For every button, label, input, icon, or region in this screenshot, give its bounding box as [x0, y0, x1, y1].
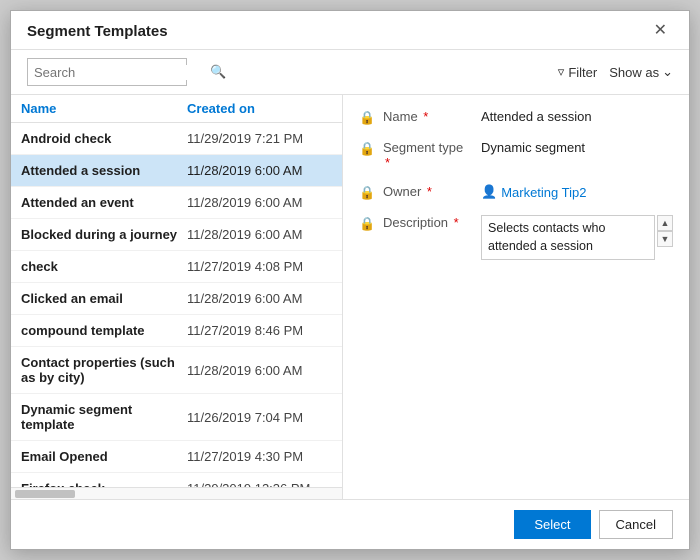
row-date: 11/28/2019 6:00 AM	[187, 227, 332, 242]
lock-icon-owner: 🔒	[359, 185, 375, 201]
list-row[interactable]: compound template11/27/2019 8:46 PM	[11, 315, 342, 347]
filter-icon: ▿	[558, 64, 565, 80]
detail-field-name: 🔒 Name * Attended a session	[359, 109, 673, 126]
detail-field-segment-type: 🔒 Segment type * Dynamic segment	[359, 140, 673, 170]
required-star-desc: *	[454, 215, 459, 230]
row-name: Attended an event	[21, 195, 187, 210]
list-row[interactable]: Email Opened11/27/2019 4:30 PM	[11, 441, 342, 473]
list-row[interactable]: Blocked during a journey11/28/2019 6:00 …	[11, 219, 342, 251]
row-name: compound template	[21, 323, 187, 338]
field-label-desc: Description *	[383, 215, 473, 230]
chevron-down-icon: ⌄	[662, 64, 673, 80]
list-row[interactable]: check11/27/2019 4:08 PM	[11, 251, 342, 283]
scroll-down-button[interactable]: ▼	[657, 231, 673, 247]
list-row[interactable]: Clicked an email11/28/2019 6:00 AM	[11, 283, 342, 315]
select-button[interactable]: Select	[514, 510, 590, 539]
filter-label: Filter	[568, 65, 597, 80]
h-scroll-bar	[15, 490, 75, 498]
list-row[interactable]: Attended an event11/28/2019 6:00 AM	[11, 187, 342, 219]
description-box: Selects contacts who attended a session …	[481, 215, 673, 260]
filter-area: ▿ Filter Show as ⌄	[558, 64, 673, 80]
search-icon: 🔍	[210, 64, 226, 80]
filter-button[interactable]: ▿ Filter	[558, 64, 597, 80]
lock-icon-desc: 🔒	[359, 216, 375, 232]
show-as-label: Show as	[609, 65, 659, 80]
list-body[interactable]: Android check11/29/2019 7:21 PMAttended …	[11, 123, 342, 487]
col-date-header[interactable]: Created on	[187, 101, 332, 116]
row-name: Attended a session	[21, 163, 187, 178]
search-box: 🔍	[27, 58, 187, 86]
list-panel: Name Created on Android check11/29/2019 …	[11, 95, 343, 499]
scroll-up-button[interactable]: ▲	[657, 215, 673, 231]
list-row[interactable]: Dynamic segment template11/26/2019 7:04 …	[11, 394, 342, 441]
dialog-body: Name Created on Android check11/29/2019 …	[11, 95, 689, 499]
list-row[interactable]: Firefox check11/29/2019 12:36 PM	[11, 473, 342, 487]
field-value-name: Attended a session	[481, 109, 673, 124]
row-date: 11/28/2019 6:00 AM	[187, 195, 332, 210]
segment-templates-dialog: Segment Templates ✕ 🔍 ▿ Filter Show as ⌄…	[10, 10, 690, 550]
row-date: 11/28/2019 6:00 AM	[187, 363, 332, 378]
lock-icon-name: 🔒	[359, 110, 375, 126]
horizontal-scroll	[11, 487, 342, 499]
row-name: Dynamic segment template	[21, 402, 187, 432]
row-date: 11/27/2019 4:08 PM	[187, 259, 332, 274]
row-date: 11/28/2019 6:00 AM	[187, 291, 332, 306]
toolbar: 🔍 ▿ Filter Show as ⌄	[11, 50, 689, 95]
field-label-name: Name *	[383, 109, 473, 124]
row-name: Clicked an email	[21, 291, 187, 306]
row-date: 11/26/2019 7:04 PM	[187, 410, 332, 425]
description-textarea[interactable]: Selects contacts who attended a session	[481, 215, 655, 260]
owner-link-text[interactable]: Marketing Tip2	[501, 185, 586, 200]
list-row[interactable]: Android check11/29/2019 7:21 PM	[11, 123, 342, 155]
person-icon: 👤	[481, 184, 497, 200]
field-value-owner[interactable]: 👤 Marketing Tip2	[481, 184, 673, 200]
required-star-type: *	[385, 155, 390, 170]
row-date: 11/28/2019 6:00 AM	[187, 163, 332, 178]
row-name: check	[21, 259, 187, 274]
list-row[interactable]: Contact properties (such as by city)11/2…	[11, 347, 342, 394]
required-star-name: *	[423, 109, 428, 124]
row-name: Blocked during a journey	[21, 227, 187, 242]
row-name: Email Opened	[21, 449, 187, 464]
field-value-type: Dynamic segment	[481, 140, 673, 155]
cancel-button[interactable]: Cancel	[599, 510, 673, 539]
field-label-owner: Owner *	[383, 184, 473, 199]
detail-field-owner: 🔒 Owner * 👤 Marketing Tip2	[359, 184, 673, 201]
dialog-footer: Select Cancel	[11, 499, 689, 549]
lock-icon-type: 🔒	[359, 141, 375, 157]
row-date: 11/29/2019 7:21 PM	[187, 131, 332, 146]
row-name: Contact properties (such as by city)	[21, 355, 187, 385]
row-date: 11/27/2019 8:46 PM	[187, 323, 332, 338]
list-row[interactable]: Attended a session11/28/2019 6:00 AM	[11, 155, 342, 187]
detail-panel: 🔒 Name * Attended a session 🔒 Segment ty…	[343, 95, 689, 499]
row-date: 11/27/2019 4:30 PM	[187, 449, 332, 464]
field-label-type: Segment type *	[383, 140, 473, 170]
detail-field-description: 🔒 Description * Selects contacts who att…	[359, 215, 673, 260]
list-header: Name Created on	[11, 95, 342, 123]
dialog-header: Segment Templates ✕	[11, 11, 689, 50]
required-star-owner: *	[427, 184, 432, 199]
col-name-header[interactable]: Name	[21, 101, 187, 116]
desc-scroll-controls: ▲ ▼	[657, 215, 673, 247]
search-input[interactable]	[34, 65, 210, 80]
show-as-button[interactable]: Show as ⌄	[609, 64, 673, 80]
close-button[interactable]: ✕	[648, 21, 673, 41]
dialog-title: Segment Templates	[27, 23, 168, 40]
row-name: Android check	[21, 131, 187, 146]
